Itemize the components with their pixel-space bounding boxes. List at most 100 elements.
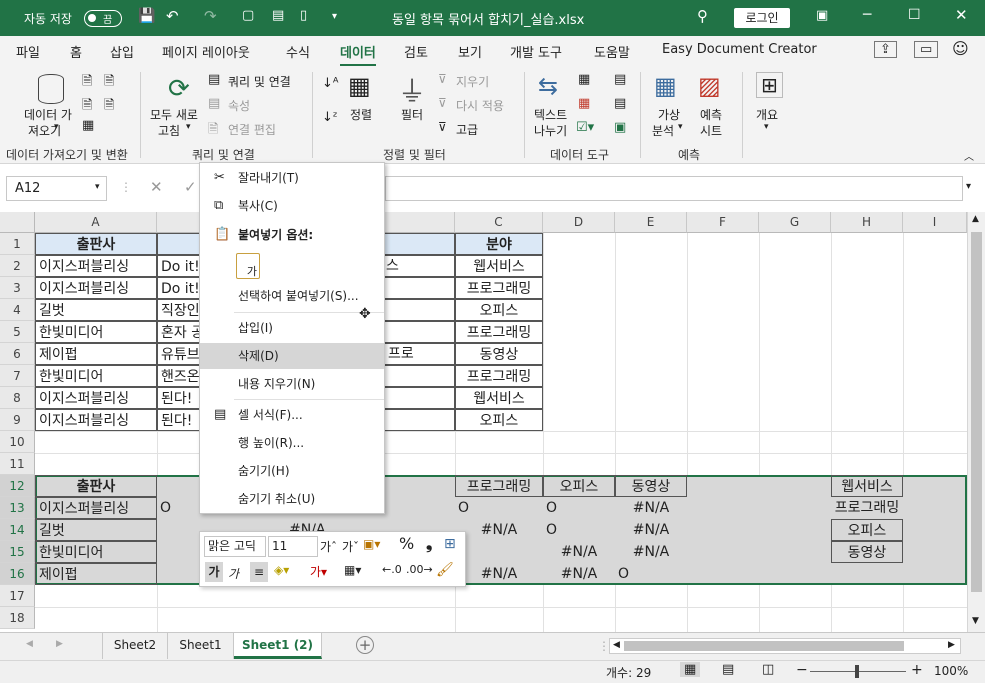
- row-header[interactable]: 6: [0, 343, 35, 365]
- bold-button[interactable]: 가: [205, 562, 223, 582]
- what-if-label2[interactable]: 분석: [652, 122, 674, 139]
- table1-cell[interactable]: 한빛미디어: [35, 365, 157, 387]
- table2-cell[interactable]: O: [543, 519, 615, 541]
- data-validation-icon[interactable]: ☑▾: [576, 120, 594, 135]
- table1-cell[interactable]: 동영상: [455, 343, 543, 365]
- row-header[interactable]: 2: [0, 255, 35, 277]
- table2-cell[interactable]: #N/A: [543, 563, 615, 585]
- menu-home[interactable]: 홈: [70, 42, 82, 61]
- comma-icon[interactable]: ❟: [426, 534, 432, 554]
- row-header[interactable]: 3: [0, 277, 35, 299]
- scroll-right-icon[interactable]: ▶: [948, 640, 955, 650]
- accounting-format-icon[interactable]: ▣▾: [363, 537, 380, 551]
- existing-connections-icon[interactable]: ▦: [82, 118, 94, 133]
- decrease-decimal-icon[interactable]: .00→: [406, 563, 433, 576]
- edit-links-button[interactable]: 연결 편집: [228, 121, 276, 138]
- sort-desc-icon[interactable]: ↓ᶻ: [322, 110, 338, 125]
- worksheet-grid[interactable]: A B C D E F G H I 1 2 3 4 5 6 7 8 9 10 1…: [0, 212, 967, 632]
- zoom-slider-thumb[interactable]: [855, 665, 859, 678]
- scroll-thumb[interactable]: [971, 232, 982, 592]
- col-header-a[interactable]: A: [35, 212, 157, 233]
- row-header[interactable]: 16: [0, 563, 35, 585]
- scroll-down-icon[interactable]: ▼: [972, 616, 979, 626]
- menu-formulas[interactable]: 수식: [286, 42, 310, 61]
- properties-button[interactable]: 속성: [228, 97, 250, 114]
- scroll-up-icon[interactable]: ▲: [972, 214, 979, 224]
- table1-cell[interactable]: 이지스퍼블리싱: [35, 255, 157, 277]
- table1-cell[interactable]: 프로: [385, 343, 453, 365]
- col-header-f[interactable]: F: [687, 212, 759, 233]
- table2-cell[interactable]: O: [615, 563, 687, 585]
- table1-cell[interactable]: 프로그래밍: [455, 277, 543, 299]
- form-icon[interactable]: ▤: [272, 8, 284, 23]
- side-list-item[interactable]: 프로그래밍: [831, 497, 903, 519]
- file-name[interactable]: 동일 항목 묶어서 합치기_실습.xlsx: [392, 9, 584, 28]
- decrease-font-icon[interactable]: 가ˇ: [342, 538, 359, 555]
- close-icon[interactable]: ✕: [955, 6, 968, 24]
- table1-cell[interactable]: 이지스퍼블리싱: [35, 387, 157, 409]
- menu-unhide[interactable]: 숨기기 취소(U): [200, 486, 384, 512]
- refresh-all-label2[interactable]: 고침: [158, 122, 180, 139]
- table2-cell[interactable]: O: [157, 497, 197, 519]
- align-center-icon[interactable]: ≡: [250, 562, 268, 582]
- menu-hide[interactable]: 숨기기(H): [200, 458, 384, 484]
- relationships-icon[interactable]: ▤: [614, 96, 626, 111]
- table2-cell[interactable]: #N/A: [455, 519, 543, 541]
- page-break-view-icon[interactable]: ◫: [762, 662, 774, 677]
- table1-cell[interactable]: 웹서비스: [455, 387, 543, 409]
- advanced-filter-button[interactable]: 고급: [456, 121, 478, 138]
- col-header-g[interactable]: G: [759, 212, 831, 233]
- new-file-icon[interactable]: ▢: [242, 8, 254, 23]
- menu-paste-special[interactable]: 선택하여 붙여넣기(S)...: [200, 283, 384, 309]
- add-sheet-icon[interactable]: +: [356, 636, 374, 654]
- horizontal-scrollbar[interactable]: ◀ ▶: [609, 638, 961, 654]
- zoom-out-icon[interactable]: −: [796, 662, 808, 678]
- table1-cell[interactable]: 오피스: [455, 299, 543, 321]
- row-header[interactable]: 7: [0, 365, 35, 387]
- table2-header-publisher[interactable]: 출판사: [35, 475, 157, 497]
- font-name-select[interactable]: 맑은 고딕: [204, 536, 266, 557]
- menu-delete[interactable]: 삭제(D): [200, 343, 384, 369]
- save-icon[interactable]: 💾: [138, 8, 155, 24]
- share-icon[interactable]: ⇪: [874, 41, 897, 58]
- page-icon[interactable]: ▯: [300, 8, 307, 23]
- table1-cell[interactable]: 이지스퍼블리싱: [35, 277, 157, 299]
- side-list-item[interactable]: 오피스: [831, 519, 903, 541]
- normal-view-icon[interactable]: ▦: [680, 662, 701, 677]
- name-box[interactable]: A12: [6, 176, 107, 201]
- col-header-e[interactable]: E: [615, 212, 687, 233]
- expand-formula-icon[interactable]: ▾: [966, 181, 971, 192]
- row-header[interactable]: 13: [0, 497, 35, 519]
- menu-file[interactable]: 파일: [16, 42, 40, 61]
- table2-cell[interactable]: 길벗: [35, 519, 157, 541]
- row-header[interactable]: 17: [0, 585, 35, 607]
- remove-duplicates-icon[interactable]: ▦: [578, 96, 590, 111]
- menu-data[interactable]: 데이터: [340, 42, 376, 67]
- quick-access-dropdown-icon[interactable]: ▾: [332, 11, 337, 22]
- table1-cell[interactable]: 프로그래밍: [455, 365, 543, 387]
- login-button[interactable]: 로그인: [734, 8, 790, 28]
- select-all-corner[interactable]: [0, 212, 35, 233]
- menu-easy-document-creator[interactable]: Easy Document Creator: [662, 42, 817, 57]
- tab-sheet1-2[interactable]: Sheet1 (2): [234, 633, 322, 659]
- outline-dropdown-icon[interactable]: ▾: [764, 122, 769, 132]
- minimize-icon[interactable]: ─: [863, 7, 871, 23]
- font-size-select[interactable]: 11: [268, 536, 318, 557]
- autosave-toggle[interactable]: 끔: [84, 10, 122, 27]
- table2-header-programming[interactable]: 프로그래밍: [455, 475, 543, 497]
- row-header[interactable]: 18: [0, 607, 35, 629]
- table2-cell[interactable]: #N/A: [543, 541, 615, 563]
- text-to-columns-label1[interactable]: 텍스트: [534, 106, 567, 123]
- from-text-icon[interactable]: 🗎: [82, 72, 92, 94]
- table2-cell[interactable]: O: [455, 497, 543, 519]
- side-list-item[interactable]: 동영상: [831, 541, 903, 563]
- table2-cell[interactable]: #N/A: [615, 541, 687, 563]
- vertical-scrollbar[interactable]: ▲ ▼: [967, 212, 985, 632]
- table1-cell[interactable]: 한빛미디어: [35, 321, 157, 343]
- menu-page-layout[interactable]: 페이지 레이아웃: [162, 42, 250, 61]
- scroll-left-icon[interactable]: ◀: [613, 640, 620, 650]
- menu-insert[interactable]: 삽입: [110, 42, 134, 61]
- table2-cell[interactable]: O: [543, 497, 615, 519]
- table2-cell[interactable]: 이지스퍼블리싱: [35, 497, 157, 519]
- get-data-label1[interactable]: 데이터 가: [24, 106, 72, 123]
